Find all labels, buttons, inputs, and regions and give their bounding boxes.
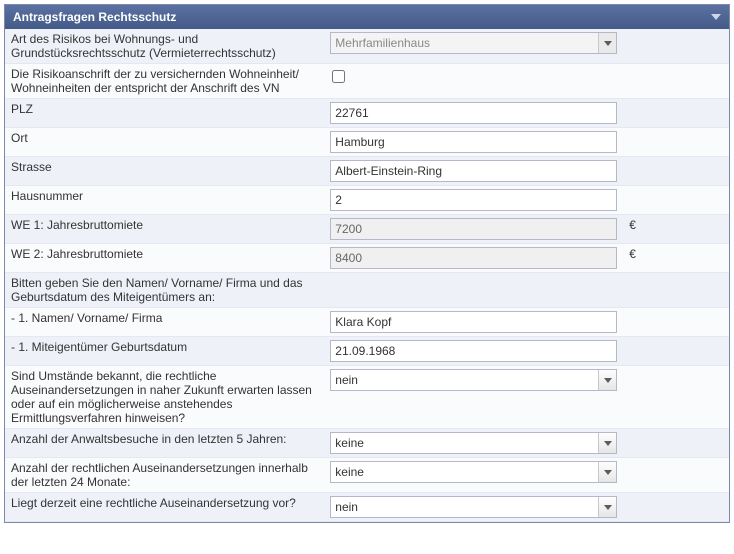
dropdown-trigger-icon[interactable] [598, 462, 616, 482]
label-plz: PLZ [5, 99, 324, 128]
currency-suffix: € [623, 215, 649, 244]
label-disputes-24m: Anzahl der rechtlichen Auseinandersetzun… [5, 458, 324, 493]
current-dispute-input[interactable] [330, 496, 617, 518]
label-ort: Ort [5, 128, 324, 157]
risk-address-checkbox[interactable] [332, 70, 345, 83]
current-dispute-select[interactable] [330, 496, 617, 518]
coowner-dob-input[interactable] [330, 340, 617, 362]
dropdown-trigger-icon[interactable] [598, 433, 616, 453]
panel-antragsfragen: Antragsfragen Rechtsschutz Art des Risik… [4, 4, 730, 523]
label-lawyer-visits: Anzahl der Anwaltsbesuche in den letzten… [5, 429, 324, 458]
label-coowner-intro: Bitten geben Sie den Namen/ Vorname/ Fir… [5, 273, 324, 308]
plz-input[interactable] [330, 102, 617, 124]
label-we2-rent: WE 2: Jahresbruttomiete [5, 244, 324, 273]
circumstances-select[interactable] [330, 369, 617, 391]
we2-rent-input[interactable] [330, 247, 617, 269]
extra-cell [689, 29, 729, 64]
disputes-24m-select[interactable] [330, 461, 617, 483]
label-current-dispute: Liegt derzeit eine rechtliche Auseinande… [5, 493, 324, 522]
label-coowner-name: - 1. Namen/ Vorname/ Firma [5, 308, 324, 337]
dropdown-trigger-icon[interactable] [598, 370, 616, 390]
label-risk-type: Art des Risikos bei Wohnungs- und Grunds… [5, 29, 324, 64]
label-coowner-dob: - 1. Miteigentümer Geburtsdatum [5, 337, 324, 366]
extra-cell [649, 29, 689, 64]
strasse-input[interactable] [330, 160, 617, 182]
label-strasse: Strasse [5, 157, 324, 186]
we1-rent-input[interactable] [330, 218, 617, 240]
label-hausnummer: Hausnummer [5, 186, 324, 215]
ort-input[interactable] [330, 131, 617, 153]
hausnummer-input[interactable] [330, 189, 617, 211]
disputes-24m-input[interactable] [330, 461, 617, 483]
panel-header[interactable]: Antragsfragen Rechtsschutz [5, 5, 729, 29]
coowner-name-input[interactable] [330, 311, 617, 333]
label-circumstances: Sind Umstände bekannt, die rechtliche Au… [5, 366, 324, 429]
label-risk-address: Die Risikoanschrift der zu versichernden… [5, 64, 324, 99]
dropdown-trigger-icon[interactable] [598, 33, 616, 53]
circumstances-input[interactable] [330, 369, 617, 391]
suffix-empty [623, 29, 649, 64]
risk-type-input[interactable] [330, 32, 617, 54]
lawyer-visits-select[interactable] [330, 432, 617, 454]
risk-type-select[interactable] [330, 32, 617, 54]
panel-title: Antragsfragen Rechtsschutz [13, 10, 176, 24]
form-table: Art des Risikos bei Wohnungs- und Grunds… [5, 29, 729, 522]
dropdown-trigger-icon[interactable] [598, 497, 616, 517]
currency-suffix: € [623, 244, 649, 273]
lawyer-visits-input[interactable] [330, 432, 617, 454]
label-we1-rent: WE 1: Jahresbruttomiete [5, 215, 324, 244]
chevron-down-icon[interactable] [711, 14, 721, 20]
